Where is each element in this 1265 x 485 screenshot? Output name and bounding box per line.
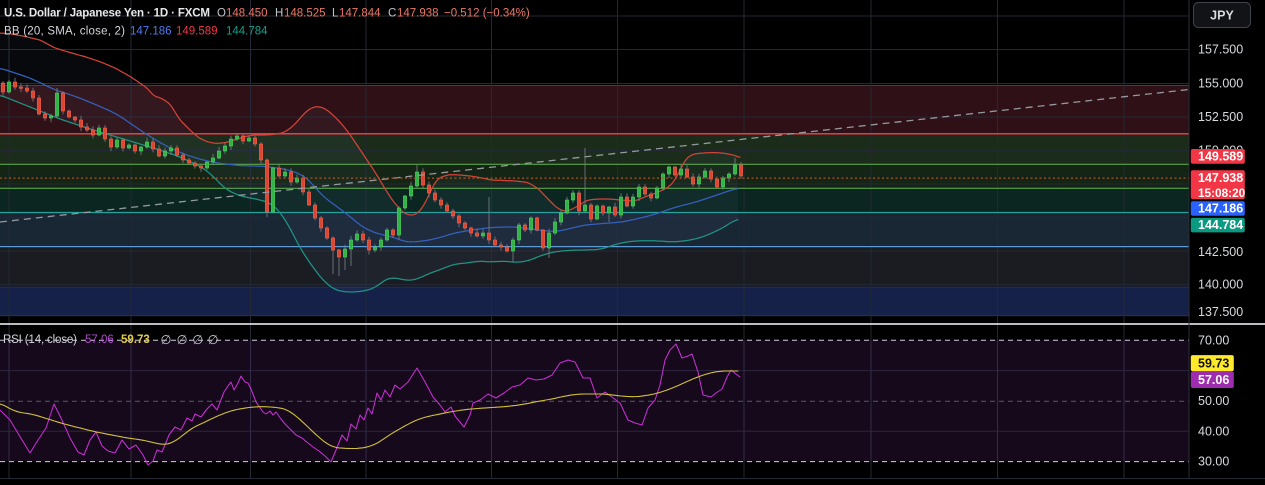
svg-text:149.589: 149.589 [176,26,218,38]
svg-text:147.186: 147.186 [1198,201,1243,215]
svg-text:∅: ∅ [192,333,203,347]
svg-text:148.525: 148.525 [284,8,326,20]
svg-text:JPY: JPY [1210,9,1234,23]
svg-text:147.186: 147.186 [130,26,172,38]
svg-text:57.06: 57.06 [1198,373,1229,387]
svg-text:C: C [388,8,396,20]
svg-text:∅: ∅ [208,333,219,347]
svg-text:142.500: 142.500 [1198,245,1243,259]
svg-text:30.00: 30.00 [1198,455,1229,469]
svg-text:∅: ∅ [161,333,172,347]
svg-text:147.938: 147.938 [397,8,439,20]
svg-text:155.000: 155.000 [1198,77,1243,91]
svg-text:147.938: 147.938 [1198,171,1243,185]
svg-text:−0.512 (−0.34%): −0.512 (−0.34%) [444,8,530,20]
svg-text:157.500: 157.500 [1198,43,1243,57]
svg-text:L: L [332,8,339,20]
svg-text:144.784: 144.784 [226,26,268,38]
svg-text:40.00: 40.00 [1198,425,1229,439]
svg-text:BB (20, SMA, close, 2): BB (20, SMA, close, 2) [4,26,125,38]
svg-text:O: O [217,8,226,20]
svg-text:70.00: 70.00 [1198,333,1229,347]
svg-text:RSI (14, close): RSI (14, close) [3,334,77,346]
svg-text:∅: ∅ [177,333,188,347]
svg-text:147.844: 147.844 [339,8,381,20]
svg-text:59.73: 59.73 [121,334,150,346]
svg-text:149.589: 149.589 [1198,149,1243,163]
svg-text:U.S. Dollar / Japanese Yen · 1: U.S. Dollar / Japanese Yen · 1D · FXCM [4,8,210,20]
svg-text:H: H [275,8,283,20]
svg-text:152.500: 152.500 [1198,110,1243,124]
svg-text:57.06: 57.06 [85,334,114,346]
svg-text:137.500: 137.500 [1198,305,1243,319]
svg-text:140.000: 140.000 [1198,278,1243,292]
svg-text:15:08:20: 15:08:20 [1198,186,1246,200]
svg-text:50.00: 50.00 [1198,394,1229,408]
svg-text:148.450: 148.450 [226,8,268,20]
svg-text:144.784: 144.784 [1198,218,1243,232]
svg-text:59.73: 59.73 [1198,356,1229,370]
